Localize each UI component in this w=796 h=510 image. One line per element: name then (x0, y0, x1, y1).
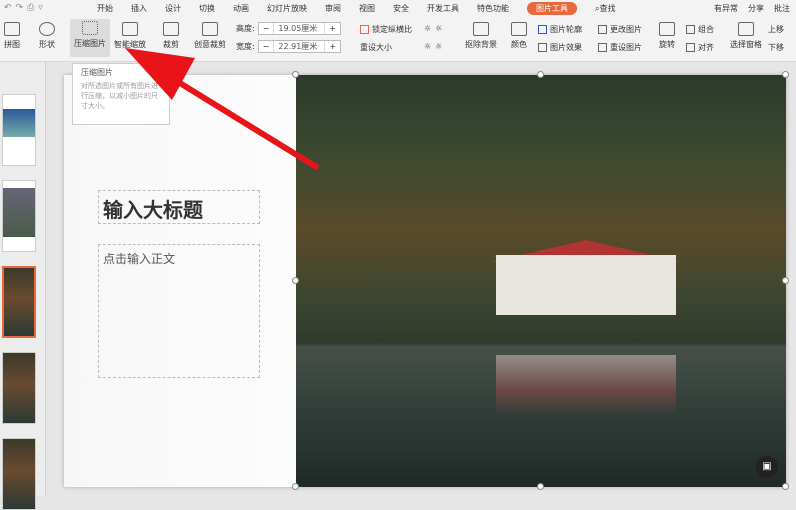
annotation-arrow (125, 48, 320, 171)
